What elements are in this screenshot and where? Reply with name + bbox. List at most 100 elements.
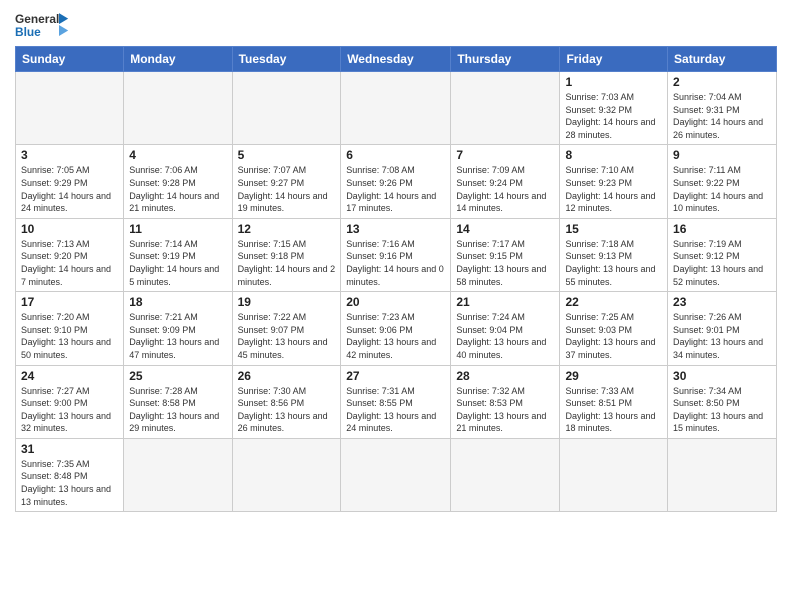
day-info: Sunrise: 7:16 AM Sunset: 9:16 PM Dayligh… [346, 238, 445, 288]
day-number: 1 [565, 75, 662, 89]
calendar-week-row: 3Sunrise: 7:05 AM Sunset: 9:29 PM Daylig… [16, 145, 777, 218]
day-info: Sunrise: 7:09 AM Sunset: 9:24 PM Dayligh… [456, 164, 554, 214]
day-number: 2 [673, 75, 771, 89]
day-info: Sunrise: 7:04 AM Sunset: 9:31 PM Dayligh… [673, 91, 771, 141]
calendar-week-row: 10 Sunrise: 7:13 AM Sunset: 9:20 PM Dayli… [16, 218, 777, 291]
day-info: Sunrise: 7:32 AM Sunset: 8:53 PM Dayligh… [456, 385, 554, 435]
day-number: 12 [238, 222, 336, 236]
day-info: Sunrise: 7:31 AM Sunset: 8:55 PM Dayligh… [346, 385, 445, 435]
calendar-day-cell: 8 Sunrise: 7:10 AM Sunset: 9:23 PM Daylig… [560, 145, 668, 218]
calendar-day-cell: 21Sunrise: 7:24 AM Sunset: 9:04 PM Dayli… [451, 292, 560, 365]
day-info: Sunrise: 7:11 AM Sunset: 9:22 PM Dayligh… [673, 164, 771, 214]
day-number: 22 [565, 295, 662, 309]
header: GeneralBlue [15, 10, 777, 40]
calendar-day-cell: 22 Sunrise: 7:25 AM Sunset: 9:03 PM Dayli… [560, 292, 668, 365]
day-info: Sunrise: 7:15 AM Sunset: 9:18 PM Dayligh… [238, 238, 336, 288]
calendar-day-cell: 27Sunrise: 7:31 AM Sunset: 8:55 PM Dayli… [341, 365, 451, 438]
weekday-header: Wednesday [341, 47, 451, 72]
day-number: 23 [673, 295, 771, 309]
day-number: 28 [456, 369, 554, 383]
calendar-day-cell: 5 Sunrise: 7:07 AM Sunset: 9:27 PM Daylig… [232, 145, 341, 218]
calendar-day-cell: 9 Sunrise: 7:11 AM Sunset: 9:22 PM Daylig… [668, 145, 777, 218]
weekday-header: Tuesday [232, 47, 341, 72]
day-number: 26 [238, 369, 336, 383]
day-number: 16 [673, 222, 771, 236]
logo: GeneralBlue [15, 10, 70, 40]
calendar-day-cell [16, 72, 124, 145]
weekday-header: Saturday [668, 47, 777, 72]
calendar-day-cell [124, 72, 232, 145]
calendar-day-cell: 18Sunrise: 7:21 AM Sunset: 9:09 PM Dayli… [124, 292, 232, 365]
calendar-day-cell: 28 Sunrise: 7:32 AM Sunset: 8:53 PM Dayli… [451, 365, 560, 438]
day-number: 19 [238, 295, 336, 309]
day-number: 11 [129, 222, 226, 236]
day-number: 14 [456, 222, 554, 236]
calendar-day-cell [668, 438, 777, 511]
calendar-day-cell: 4Sunrise: 7:06 AM Sunset: 9:28 PM Daylig… [124, 145, 232, 218]
calendar-day-cell: 7 Sunrise: 7:09 AM Sunset: 9:24 PM Daylig… [451, 145, 560, 218]
day-info: Sunrise: 7:23 AM Sunset: 9:06 PM Dayligh… [346, 311, 445, 361]
day-info: Sunrise: 7:25 AM Sunset: 9:03 PM Dayligh… [565, 311, 662, 361]
calendar-day-cell: 13 Sunrise: 7:16 AM Sunset: 9:16 PM Dayli… [341, 218, 451, 291]
calendar-day-cell: 2 Sunrise: 7:04 AM Sunset: 9:31 PM Daylig… [668, 72, 777, 145]
day-number: 31 [21, 442, 118, 456]
day-info: Sunrise: 7:35 AM Sunset: 8:48 PM Dayligh… [21, 458, 118, 508]
day-info: Sunrise: 7:26 AM Sunset: 9:01 PM Dayligh… [673, 311, 771, 361]
weekday-header: Sunday [16, 47, 124, 72]
calendar-day-cell: 24 Sunrise: 7:27 AM Sunset: 9:00 PM Dayli… [16, 365, 124, 438]
day-number: 24 [21, 369, 118, 383]
day-number: 5 [238, 148, 336, 162]
calendar-day-cell: 10 Sunrise: 7:13 AM Sunset: 9:20 PM Dayli… [16, 218, 124, 291]
calendar-day-cell [341, 72, 451, 145]
weekday-header: Thursday [451, 47, 560, 72]
day-number: 9 [673, 148, 771, 162]
calendar-day-cell [124, 438, 232, 511]
day-info: Sunrise: 7:27 AM Sunset: 9:00 PM Dayligh… [21, 385, 118, 435]
calendar-day-cell [341, 438, 451, 511]
logo-icon: GeneralBlue [15, 10, 70, 40]
calendar-day-cell: 12 Sunrise: 7:15 AM Sunset: 9:18 PM Dayli… [232, 218, 341, 291]
calendar-day-cell: 15Sunrise: 7:18 AM Sunset: 9:13 PM Dayli… [560, 218, 668, 291]
calendar-week-row: 24 Sunrise: 7:27 AM Sunset: 9:00 PM Dayli… [16, 365, 777, 438]
calendar-day-cell: 26 Sunrise: 7:30 AM Sunset: 8:56 PM Dayli… [232, 365, 341, 438]
day-info: Sunrise: 7:14 AM Sunset: 9:19 PM Dayligh… [129, 238, 226, 288]
day-info: Sunrise: 7:13 AM Sunset: 9:20 PM Dayligh… [21, 238, 118, 288]
day-number: 3 [21, 148, 118, 162]
page: GeneralBlue SundayMondayTuesdayWednesday… [0, 0, 792, 612]
calendar-day-cell: 20 Sunrise: 7:23 AM Sunset: 9:06 PM Dayli… [341, 292, 451, 365]
calendar-day-cell: 6Sunrise: 7:08 AM Sunset: 9:26 PM Daylig… [341, 145, 451, 218]
day-info: Sunrise: 7:07 AM Sunset: 9:27 PM Dayligh… [238, 164, 336, 214]
day-info: Sunrise: 7:30 AM Sunset: 8:56 PM Dayligh… [238, 385, 336, 435]
calendar-day-cell: 14 Sunrise: 7:17 AM Sunset: 9:15 PM Dayli… [451, 218, 560, 291]
day-info: Sunrise: 7:18 AM Sunset: 9:13 PM Dayligh… [565, 238, 662, 288]
svg-text:General: General [15, 12, 59, 26]
calendar-day-cell: 1 Sunrise: 7:03 AM Sunset: 9:32 PM Daylig… [560, 72, 668, 145]
calendar-day-cell: 19Sunrise: 7:22 AM Sunset: 9:07 PM Dayli… [232, 292, 341, 365]
calendar-day-cell: 23 Sunrise: 7:26 AM Sunset: 9:01 PM Dayli… [668, 292, 777, 365]
calendar-day-cell: 16Sunrise: 7:19 AM Sunset: 9:12 PM Dayli… [668, 218, 777, 291]
day-number: 4 [129, 148, 226, 162]
svg-text:Blue: Blue [15, 25, 41, 39]
day-number: 20 [346, 295, 445, 309]
day-number: 10 [21, 222, 118, 236]
calendar-day-cell: 17 Sunrise: 7:20 AM Sunset: 9:10 PM Dayli… [16, 292, 124, 365]
calendar-table: SundayMondayTuesdayWednesdayThursdayFrid… [15, 46, 777, 512]
day-info: Sunrise: 7:17 AM Sunset: 9:15 PM Dayligh… [456, 238, 554, 288]
day-number: 6 [346, 148, 445, 162]
day-number: 17 [21, 295, 118, 309]
calendar-day-cell: 30Sunrise: 7:34 AM Sunset: 8:50 PM Dayli… [668, 365, 777, 438]
day-info: Sunrise: 7:20 AM Sunset: 9:10 PM Dayligh… [21, 311, 118, 361]
weekday-header: Monday [124, 47, 232, 72]
day-info: Sunrise: 7:03 AM Sunset: 9:32 PM Dayligh… [565, 91, 662, 141]
day-info: Sunrise: 7:34 AM Sunset: 8:50 PM Dayligh… [673, 385, 771, 435]
day-number: 29 [565, 369, 662, 383]
calendar-day-cell: 25Sunrise: 7:28 AM Sunset: 8:58 PM Dayli… [124, 365, 232, 438]
day-number: 8 [565, 148, 662, 162]
calendar-day-cell [451, 72, 560, 145]
day-number: 13 [346, 222, 445, 236]
calendar-day-cell [451, 438, 560, 511]
day-number: 7 [456, 148, 554, 162]
day-info: Sunrise: 7:10 AM Sunset: 9:23 PM Dayligh… [565, 164, 662, 214]
calendar-week-row: 1 Sunrise: 7:03 AM Sunset: 9:32 PM Daylig… [16, 72, 777, 145]
calendar-day-cell [232, 438, 341, 511]
